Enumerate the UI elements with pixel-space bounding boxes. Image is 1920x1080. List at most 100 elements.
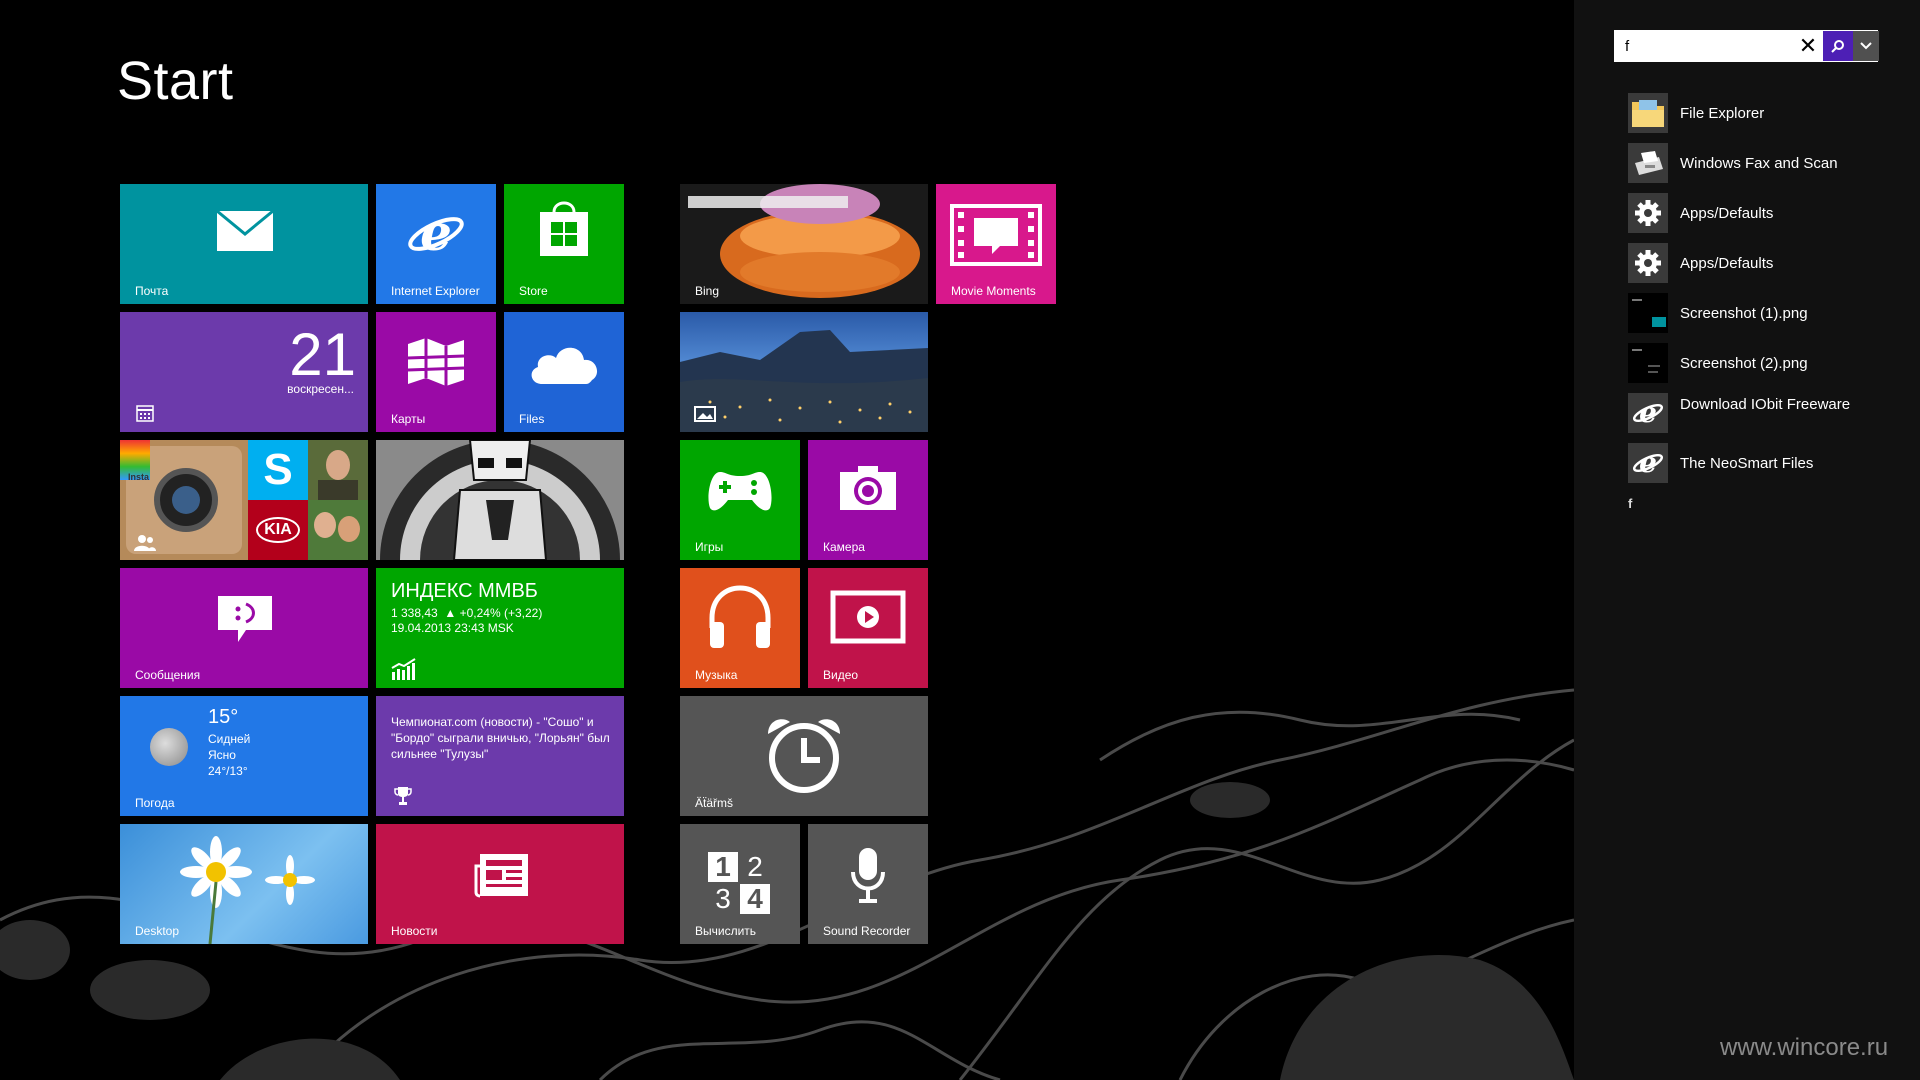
- stormtrooper-art: [380, 440, 620, 560]
- tile-news[interactable]: Новости: [376, 824, 624, 944]
- tile-mail[interactable]: Почта: [120, 184, 368, 304]
- tile-store[interactable]: Store: [504, 184, 624, 304]
- photo-kia: KIA: [248, 500, 308, 560]
- tile-camera[interactable]: Камера: [808, 440, 928, 560]
- search-result-apps-defaults-2[interactable]: Apps/Defaults: [1628, 243, 1908, 283]
- result-label: Download IObit Freeware: [1680, 396, 1851, 413]
- chat-bubble-icon: [218, 596, 272, 642]
- alarm-clock-icon: [768, 719, 840, 793]
- kia-logo-text: KIA: [256, 517, 300, 543]
- search-result-iobit[interactable]: e Download IObit Freeware: [1628, 393, 1908, 433]
- fax-icon: [1628, 143, 1668, 183]
- tile-messaging[interactable]: Сообщения: [120, 568, 368, 688]
- tile-label: Desktop: [135, 924, 180, 938]
- internet-explorer-icon: e: [1628, 443, 1668, 483]
- tile-label: Карты: [391, 412, 426, 426]
- skype-letter: S: [263, 445, 293, 494]
- search-result-neosmart[interactable]: e The NeoSmart Files: [1628, 443, 1908, 483]
- camera-icon: [840, 466, 896, 510]
- search-scope-dropdown[interactable]: [1853, 31, 1879, 61]
- tile-finance[interactable]: ИНДЕКС ММВБ 1 338,43 ▲ +0,24% (+3,22) 19…: [376, 568, 624, 688]
- svg-text:e: e: [420, 204, 452, 262]
- search-result-fax-scan[interactable]: Windows Fax and Scan: [1628, 143, 1908, 183]
- tile-video[interactable]: Видео: [808, 568, 928, 688]
- tile-label: Музыка: [695, 668, 738, 682]
- tile-music[interactable]: Музыка: [680, 568, 800, 688]
- tile-maps[interactable]: Карты: [376, 312, 496, 432]
- result-label: Apps/Defaults: [1680, 255, 1774, 272]
- search-box: ✕: [1614, 30, 1879, 62]
- tile-label: Погода: [135, 796, 175, 810]
- moon-icon: [150, 728, 188, 766]
- calendar-weekday: воскресен...: [287, 382, 354, 396]
- tile-label: Internet Explorer: [391, 284, 480, 298]
- cloud-icon: [531, 347, 598, 384]
- weather-range: 24°/13°: [208, 764, 248, 778]
- tile-label: Камера: [823, 540, 865, 554]
- chart-growth-icon: [391, 658, 416, 680]
- close-icon[interactable]: ✕: [1793, 31, 1823, 61]
- map-icon: [407, 338, 465, 386]
- envelope-icon: [216, 210, 274, 251]
- tile-label: Видео: [823, 668, 859, 682]
- tile-label: Новости: [391, 924, 438, 938]
- internet-explorer-icon: e: [1628, 393, 1668, 433]
- image-thumbnail-icon: [1628, 343, 1668, 383]
- tile-calendar[interactable]: 21 воскресен...: [120, 312, 368, 432]
- tile-label: Почта: [135, 284, 169, 298]
- tile-alarms[interactable]: Äẗäřmš: [680, 696, 928, 816]
- finance-time: 19.04.2013 23:43 MSK: [391, 621, 514, 635]
- tile-photo-art[interactable]: [376, 440, 624, 560]
- finance-value: 1 338,43 ▲ +0,24% (+3,22): [391, 606, 543, 620]
- bing-search-bar: [688, 196, 848, 208]
- tile-games[interactable]: Игры: [680, 440, 800, 560]
- film-icon: [950, 204, 1042, 266]
- result-label: File Explorer: [1680, 105, 1765, 122]
- search-result-screenshot-1[interactable]: Screenshot (1).png: [1628, 293, 1908, 333]
- headphones-icon: [709, 585, 771, 648]
- tile-label: Store: [519, 284, 548, 298]
- search-result-apps-defaults-1[interactable]: Apps/Defaults: [1628, 193, 1908, 233]
- calc-digit: 2: [747, 851, 763, 882]
- search-more-indicator[interactable]: f: [1628, 496, 1632, 511]
- tile-label: Bing: [695, 284, 720, 298]
- search-result-file-explorer[interactable]: File Explorer: [1628, 93, 1908, 133]
- image-thumbnail-icon: [1628, 293, 1668, 333]
- tile-calculator[interactable]: 1 2 3 4 Вычислить: [680, 824, 800, 944]
- search-pane: ✕ File Explorer Windows Fax and Scan A: [1574, 0, 1920, 1080]
- calc-digit: 3: [715, 883, 731, 914]
- tile-movie-moments[interactable]: Movie Moments: [936, 184, 1056, 304]
- tile-internet-explorer[interactable]: e Internet Explorer: [376, 184, 496, 304]
- tile-files[interactable]: Files: [504, 312, 624, 432]
- sports-headline: Чемпионат.com (новости) - "Сошо" и "Борд…: [391, 715, 610, 761]
- search-icon: [1831, 40, 1844, 53]
- search-input[interactable]: [1625, 36, 1775, 56]
- tile-sound-recorder[interactable]: Sound Recorder: [808, 824, 928, 944]
- calendar-day: 21: [289, 321, 356, 388]
- play-icon: [830, 590, 906, 644]
- people-icon: [134, 535, 156, 551]
- search-button[interactable]: [1823, 31, 1853, 61]
- tile-label: Files: [519, 412, 545, 426]
- tile-sports[interactable]: Чемпионат.com (новости) - "Сошо" и "Борд…: [376, 696, 624, 816]
- tile-desktop[interactable]: Desktop: [120, 824, 368, 944]
- tile-label: Sound Recorder: [823, 924, 911, 938]
- trophy-icon: [394, 787, 412, 805]
- tile-label: Äẗäřmš: [695, 796, 734, 810]
- tile-bing[interactable]: Bing: [680, 184, 928, 304]
- result-label: Windows Fax and Scan: [1680, 155, 1838, 172]
- page-title: Start: [117, 51, 234, 111]
- tile-photos[interactable]: [680, 312, 928, 432]
- store-bag-icon: [540, 201, 588, 256]
- internet-explorer-icon: e: [408, 204, 464, 262]
- watermark: www.wincore.ru: [1720, 1034, 1889, 1061]
- gear-icon: [1628, 243, 1668, 283]
- search-result-screenshot-2[interactable]: Screenshot (2).png: [1628, 343, 1908, 383]
- tile-label: Сообщения: [135, 668, 201, 682]
- result-label: Apps/Defaults: [1680, 205, 1774, 222]
- tile-weather[interactable]: 15° Сидней Ясно 24°/13° Погода: [120, 696, 368, 816]
- tile-label: Вычислить: [695, 924, 757, 938]
- finance-title: ИНДЕКС ММВБ: [391, 580, 538, 602]
- weather-city: Сидней: [208, 732, 251, 746]
- tile-people[interactable]: Insta S KIA: [120, 440, 368, 560]
